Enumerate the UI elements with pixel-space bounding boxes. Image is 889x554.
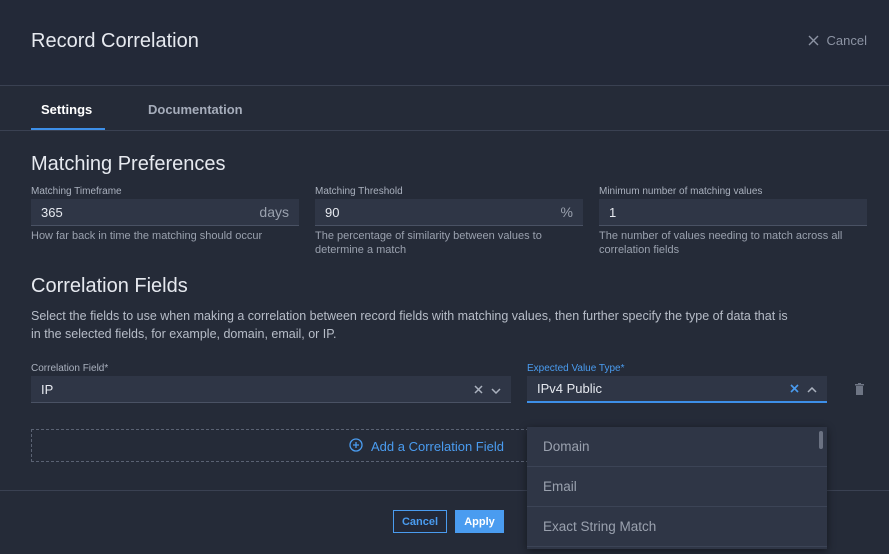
timeframe-value: 365 bbox=[41, 204, 63, 220]
min-values-label: Minimum number of matching values bbox=[599, 186, 763, 197]
value-type-value: IPv4 Public bbox=[537, 381, 603, 396]
min-values-help-line2: correlation fields bbox=[599, 244, 680, 256]
correlation-desc-line2: in the selected fields, for example, dom… bbox=[31, 327, 337, 341]
close-label: Cancel bbox=[826, 33, 867, 48]
timeframe-suffix: days bbox=[259, 204, 289, 220]
cancel-button[interactable]: Cancel bbox=[393, 510, 447, 533]
correlation-desc-line1: Select the fields to use when making a c… bbox=[31, 309, 788, 323]
dropdown-scrollbar[interactable] bbox=[819, 431, 823, 449]
close-button[interactable]: Cancel bbox=[808, 33, 867, 48]
tab-settings[interactable]: Settings bbox=[41, 102, 92, 117]
threshold-input[interactable]: 90 % bbox=[315, 199, 583, 226]
close-icon bbox=[808, 35, 819, 46]
trash-icon[interactable] bbox=[855, 382, 864, 400]
threshold-help-line2: determine a match bbox=[315, 244, 407, 256]
apply-button[interactable]: Apply bbox=[455, 510, 504, 533]
min-values-help: The number of values needing to match ac… bbox=[599, 229, 842, 257]
tab-bar: Settings Documentation bbox=[0, 87, 889, 131]
min-values-help-line1: The number of values needing to match ac… bbox=[599, 230, 843, 242]
correlation-fields-title: Correlation Fields bbox=[31, 275, 188, 297]
threshold-value: 90 bbox=[325, 204, 340, 220]
correlation-field-select[interactable]: IP bbox=[31, 376, 511, 403]
threshold-help: The percentage of similarity between val… bbox=[315, 229, 542, 257]
threshold-help-line1: The percentage of similarity between val… bbox=[315, 230, 542, 242]
timeframe-help: How far back in time the matching should… bbox=[31, 230, 263, 242]
min-values-input[interactable]: 1 bbox=[599, 199, 867, 226]
timeframe-input[interactable]: 365 days bbox=[31, 199, 299, 226]
add-correlation-field-label: Add a Correlation Field bbox=[371, 439, 504, 454]
dialog-title: Record Correlation bbox=[31, 30, 199, 52]
value-type-label: Expected Value Type* bbox=[527, 363, 625, 374]
plus-circle-icon bbox=[349, 438, 363, 455]
clear-icon[interactable] bbox=[474, 382, 483, 397]
add-correlation-field-button[interactable]: Add a Correlation Field bbox=[31, 429, 529, 462]
active-tab-indicator bbox=[31, 128, 105, 130]
threshold-label: Matching Threshold bbox=[315, 186, 403, 197]
threshold-suffix: % bbox=[560, 204, 573, 220]
matching-preferences-title: Matching Preferences bbox=[31, 153, 226, 175]
dropdown-option-exact-string-match[interactable]: Exact String Match bbox=[527, 507, 827, 547]
timeframe-label: Matching Timeframe bbox=[31, 186, 122, 197]
chevron-down-icon[interactable] bbox=[491, 382, 501, 397]
dialog-header: Record Correlation Cancel bbox=[0, 0, 889, 86]
clear-icon[interactable] bbox=[790, 381, 799, 396]
correlation-field-value: IP bbox=[41, 381, 54, 397]
dropdown-option-domain[interactable]: Domain bbox=[527, 427, 827, 467]
dropdown-option-email[interactable]: Email bbox=[527, 467, 827, 507]
value-type-select[interactable]: IPv4 Public bbox=[527, 376, 827, 403]
correlation-description: Select the fields to use when making a c… bbox=[31, 307, 841, 343]
tab-documentation[interactable]: Documentation bbox=[148, 102, 243, 117]
correlation-field-label: Correlation Field* bbox=[31, 363, 109, 374]
min-values-value: 1 bbox=[609, 204, 617, 220]
chevron-up-icon[interactable] bbox=[807, 381, 817, 396]
value-type-dropdown: Domain Email Exact String Match bbox=[527, 427, 827, 549]
